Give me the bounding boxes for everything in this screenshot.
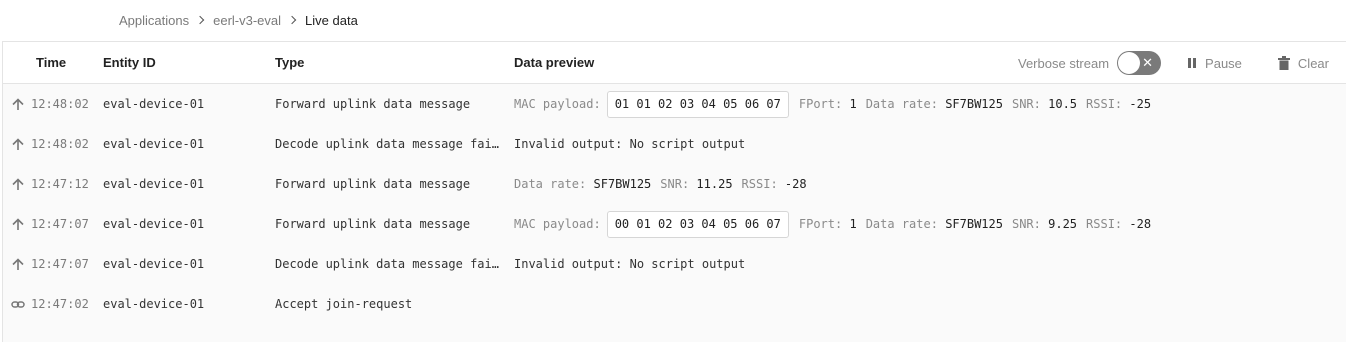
chevron-right-icon — [287, 15, 297, 25]
trash-icon — [1277, 56, 1290, 70]
row-entity-id[interactable]: eval-device-01 — [103, 204, 204, 244]
data-rate-label: Data rate: — [865, 97, 938, 111]
data-rate-value: SF7BW125 — [945, 217, 1003, 231]
link-icon — [11, 301, 25, 308]
fport-label: FPort: — [798, 217, 843, 231]
fport-value: 1 — [849, 217, 857, 231]
row-data-preview: MAC payload: 01 01 02 03 04 05 06 07 FPort… — [514, 84, 1160, 124]
row-entity-id[interactable]: eval-device-01 — [103, 164, 204, 204]
data-rate-label: Data rate: — [865, 217, 938, 231]
fport-value: 1 — [849, 97, 857, 111]
row-data-preview: Invalid output: No script output — [514, 137, 746, 151]
table-row[interactable]: 12:47:02 eval-device-01 Accept join-requ… — [3, 284, 1346, 324]
row-time: 12:47:07 — [31, 217, 89, 231]
event-list: 12:48:02 eval-device-01 Forward uplink d… — [3, 84, 1346, 342]
breadcrumb-current: Live data — [305, 12, 358, 28]
arrow-up-icon — [12, 258, 24, 270]
row-type: Forward uplink data message — [275, 97, 471, 111]
row-time: 12:48:02 — [31, 97, 89, 111]
row-time: 12:47:07 — [31, 257, 89, 271]
column-time: Time — [36, 55, 67, 70]
table-row[interactable]: 12:47:07 eval-device-01 Forward uplink d… — [3, 204, 1346, 244]
column-data-preview: Data preview — [514, 55, 595, 70]
mac-payload-label: MAC payload: — [514, 97, 601, 111]
snr-label: SNR: — [1011, 217, 1041, 231]
verbose-stream-toggle[interactable]: ✕ — [1117, 51, 1162, 75]
table-row[interactable]: 12:48:02 eval-device-01 Decode uplink da… — [3, 124, 1346, 164]
row-data-preview: Invalid output: No script output — [514, 257, 746, 271]
mac-payload-label: MAC payload: — [514, 217, 601, 231]
data-rate-label: Data rate: — [514, 177, 587, 191]
table-row[interactable]: 12:47:12 eval-device-01 Forward uplink d… — [3, 164, 1346, 204]
row-data-preview: MAC payload: 00 01 02 03 04 05 06 07 FPort… — [514, 204, 1160, 244]
fport-label: FPort: — [798, 97, 843, 111]
row-entity-id[interactable]: eval-device-01 — [103, 284, 204, 324]
breadcrumb-applications[interactable]: Applications — [119, 13, 189, 28]
live-data-panel: Time Entity ID Type Data preview Verbose… — [2, 41, 1346, 342]
snr-label: SNR: — [660, 177, 690, 191]
mac-payload-value[interactable]: 01 01 02 03 04 05 06 07 — [606, 91, 789, 118]
row-entity-id[interactable]: eval-device-01 — [103, 124, 204, 164]
rssi-value: -28 — [784, 177, 807, 191]
rssi-label: RSSI: — [741, 177, 778, 191]
row-type: Decode uplink data message fai… — [275, 257, 499, 271]
arrow-up-icon — [12, 98, 24, 110]
snr-value: 11.25 — [696, 177, 733, 191]
row-type: Forward uplink data message — [275, 217, 471, 231]
table-row[interactable]: 12:47:07 eval-device-01 Decode uplink da… — [3, 244, 1346, 284]
breadcrumb-application[interactable]: eerl-v3-eval — [213, 13, 281, 28]
row-time: 12:47:02 — [31, 297, 89, 311]
rssi-label: RSSI: — [1086, 97, 1123, 111]
pause-button[interactable]: Pause — [1187, 56, 1242, 71]
row-entity-id[interactable]: eval-device-01 — [103, 244, 204, 284]
arrow-up-icon — [12, 218, 24, 230]
data-rate-value: SF7BW125 — [593, 177, 652, 191]
chevron-right-icon — [195, 15, 205, 25]
table-row[interactable]: 12:48:02 eval-device-01 Forward uplink d… — [3, 84, 1346, 124]
rssi-label: RSSI: — [1086, 217, 1123, 231]
row-type: Accept join-request — [275, 297, 413, 311]
row-entity-id[interactable]: eval-device-01 — [103, 84, 204, 124]
verbose-stream-label: Verbose stream — [1018, 55, 1110, 71]
snr-value: 9.25 — [1048, 217, 1078, 231]
mac-payload-value[interactable]: 00 01 02 03 04 05 06 07 — [606, 211, 789, 238]
clear-button[interactable]: Clear — [1277, 55, 1329, 71]
clear-label: Clear — [1297, 55, 1329, 71]
rssi-value: -28 — [1129, 217, 1152, 231]
toggle-knob — [1118, 52, 1141, 74]
table-header: Time Entity ID Type Data preview Verbose… — [3, 42, 1346, 84]
breadcrumb: Applications eerl-v3-eval Live data — [119, 0, 358, 40]
snr-label: SNR: — [1011, 97, 1041, 111]
row-type: Decode uplink data message fai… — [275, 137, 499, 151]
arrow-up-icon — [12, 138, 24, 150]
stream-controls: Verbose stream ✕ Pause Clear — [1018, 42, 1346, 84]
column-entity-id: Entity ID — [103, 55, 156, 70]
row-time: 12:48:02 — [31, 137, 89, 151]
close-icon: ✕ — [1142, 55, 1154, 70]
pause-label: Pause — [1205, 55, 1242, 71]
row-data-preview: Data rate: SF7BW125 SNR: 11.25 RSSI: -28 — [514, 164, 816, 204]
pause-icon — [1188, 58, 1197, 68]
row-type: Forward uplink data message — [275, 177, 471, 191]
data-rate-value: SF7BW125 — [945, 97, 1003, 111]
row-time: 12:47:12 — [31, 177, 89, 191]
arrow-up-icon — [12, 178, 24, 190]
snr-value: 10.5 — [1048, 97, 1078, 111]
rssi-value: -25 — [1129, 97, 1152, 111]
column-type: Type — [275, 55, 305, 70]
